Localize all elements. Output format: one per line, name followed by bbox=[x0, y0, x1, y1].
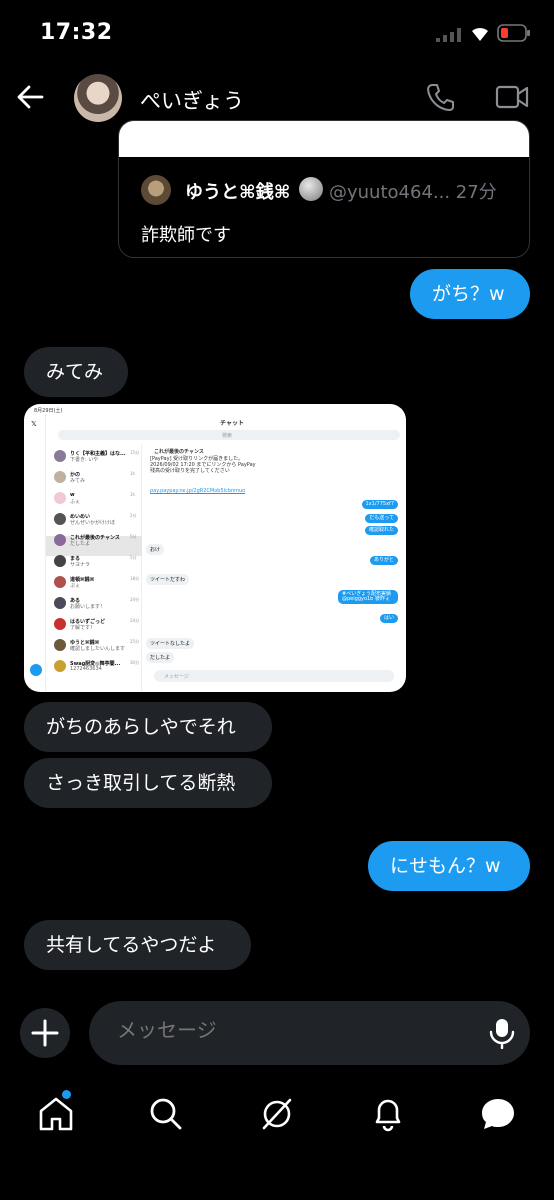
shot-list-time: 2分 bbox=[130, 513, 137, 518]
shot-input-text: メッセージ bbox=[164, 674, 189, 680]
shot-title: チャット bbox=[220, 420, 244, 427]
shot-list-preview: サヨナラ bbox=[70, 562, 91, 568]
shot-list-avatar bbox=[54, 555, 66, 567]
quoted-text: 詐欺師です bbox=[141, 225, 231, 246]
shot-list-avatar bbox=[54, 471, 66, 483]
message-bubble-incoming[interactable]: がちのあらしやでそれ bbox=[24, 702, 272, 752]
shot-list-time: 5分 bbox=[130, 555, 137, 560]
shot-list-avatar bbox=[54, 513, 66, 525]
shot-list-time: 18分 bbox=[130, 576, 140, 581]
shot-outgoing-bubble: 確認取れた bbox=[364, 526, 398, 535]
badge-icon bbox=[299, 177, 323, 201]
shot-list-preview: ぷぇ bbox=[70, 583, 81, 589]
message-bubble-outgoing[interactable]: にせもん？w bbox=[368, 841, 530, 891]
shot-list-time: 24分 bbox=[130, 618, 140, 623]
shot-outgoing-bubble: #ぺいぎょう配布実績 @peiggyo1b 彼昨ぇ bbox=[338, 590, 398, 604]
message-composer[interactable] bbox=[89, 1001, 530, 1065]
shot-list-avatar bbox=[54, 576, 66, 588]
shot-list-preview: 1272463634 bbox=[70, 666, 102, 672]
shot-list-avatar bbox=[54, 450, 66, 462]
x-logo-icon: 𝕏 bbox=[31, 420, 37, 428]
status-time: 17:32 bbox=[40, 20, 113, 45]
battery-icon bbox=[497, 24, 530, 42]
shot-outgoing-bubble: 1x1/775xf7 bbox=[361, 500, 398, 509]
shot-chat-title: これが最後のチャンス bbox=[154, 449, 204, 455]
shot-list-preview: だしたよ bbox=[70, 541, 91, 547]
notification-dot bbox=[62, 1090, 71, 1099]
quoted-author-name: ゆうと⌘銭⌘ bbox=[185, 182, 291, 203]
shot-list-preview: ぜんぜいかがけけぼ bbox=[70, 520, 116, 526]
message-bubble-incoming[interactable]: さっき取引してる断熱 bbox=[24, 758, 272, 808]
shot-incoming-bubble: ツイートなしたよ bbox=[146, 638, 195, 649]
video-call-icon[interactable] bbox=[495, 84, 529, 110]
shot-input: メッセージ bbox=[154, 670, 394, 682]
quoted-tweet-card[interactable]: ゆうと⌘銭⌘ @yuuto464... 27分 詐欺師です bbox=[118, 120, 530, 258]
shot-outgoing-bubble: ありがと bbox=[369, 556, 398, 565]
search-icon[interactable] bbox=[146, 1094, 186, 1134]
shot-paypay-message: [PayPay] 受け取りリンクが届きました。2026/09/02 17:20 … bbox=[150, 456, 256, 474]
message-bubble-incoming[interactable]: みてみ bbox=[24, 347, 128, 397]
quoted-author-avatar bbox=[141, 175, 171, 205]
cellular-signal-icon bbox=[436, 28, 461, 42]
shot-list-time: 25分 bbox=[130, 639, 140, 644]
shot-list-time: 1h bbox=[130, 492, 136, 497]
avatar[interactable] bbox=[74, 74, 122, 122]
grok-icon[interactable] bbox=[257, 1094, 297, 1134]
message-bubble-incoming[interactable]: 共有してるやつだよ bbox=[24, 920, 251, 970]
wifi-icon bbox=[472, 27, 488, 41]
compose-icon bbox=[30, 664, 42, 676]
shot-list-time: 1h bbox=[130, 471, 136, 476]
shot-incoming-bubble: ツイートだすわ bbox=[146, 574, 190, 585]
messages-icon[interactable] bbox=[478, 1094, 518, 1134]
shot-date: 8月29日(土) bbox=[34, 408, 63, 414]
back-arrow-icon[interactable] bbox=[16, 84, 44, 110]
shot-list-avatar bbox=[54, 597, 66, 609]
shot-list-avatar bbox=[54, 534, 66, 546]
shot-list-avatar bbox=[54, 492, 66, 504]
shot-list-preview: 確認しましたいんします bbox=[70, 646, 126, 652]
shot-list-avatar bbox=[54, 639, 66, 651]
shot-list-time: 24分 bbox=[130, 597, 140, 602]
notifications-bell-icon[interactable] bbox=[368, 1094, 408, 1134]
message-input[interactable] bbox=[115, 1019, 384, 1044]
media-preview bbox=[119, 121, 529, 157]
shot-list-avatar bbox=[54, 660, 66, 672]
quoted-handle-time: @yuuto464... 27分 bbox=[329, 182, 497, 203]
shot-link: pay.paypay.ne.jp/2gR2CMob5lcbnmuo bbox=[150, 488, 246, 494]
shot-list-time: 15分 bbox=[130, 450, 140, 455]
microphone-icon[interactable] bbox=[487, 1017, 517, 1049]
home-icon[interactable] bbox=[36, 1094, 76, 1134]
shot-list-time: 5分 bbox=[130, 534, 137, 539]
shot-search-text: 検索 bbox=[222, 433, 233, 439]
shot-outgoing-bubble: はい bbox=[379, 614, 398, 623]
chat-partner-name[interactable]: ぺいぎょう bbox=[140, 85, 244, 115]
shot-list-time: 30分 bbox=[130, 660, 140, 665]
shot-incoming-bubble: だしたよ bbox=[146, 652, 175, 663]
shot-search: 検索 bbox=[58, 430, 400, 440]
phone-icon[interactable] bbox=[426, 82, 456, 112]
message-bubble-outgoing[interactable]: がち？w bbox=[410, 269, 530, 319]
shot-outgoing-bubble: だも送って bbox=[365, 514, 398, 523]
shot-list-preview: 了解です！ bbox=[70, 625, 96, 631]
shared-screenshot-image[interactable]: 8月29日(土) 𝕏 チャット 検索 りく【平和主義】はな... 下書き: いや 1… bbox=[24, 404, 406, 692]
shot-list-preview: お願いします！ bbox=[70, 604, 106, 610]
shot-conversation-list: りく【平和主義】はな... 下書き: いや 15分 かの みてみ 1h w ふぇ 1h めいめいぜ… bbox=[46, 444, 142, 692]
shot-list-preview: ふぇ bbox=[70, 499, 81, 505]
shot-list-avatar bbox=[54, 618, 66, 630]
shot-sidebar: 𝕏 bbox=[24, 414, 46, 692]
shot-list-preview: みてみ bbox=[70, 478, 86, 484]
add-media-button[interactable] bbox=[20, 1008, 70, 1058]
shot-incoming-bubble: おけ bbox=[146, 544, 165, 555]
shot-list-preview: 下書き: いや bbox=[70, 457, 99, 463]
